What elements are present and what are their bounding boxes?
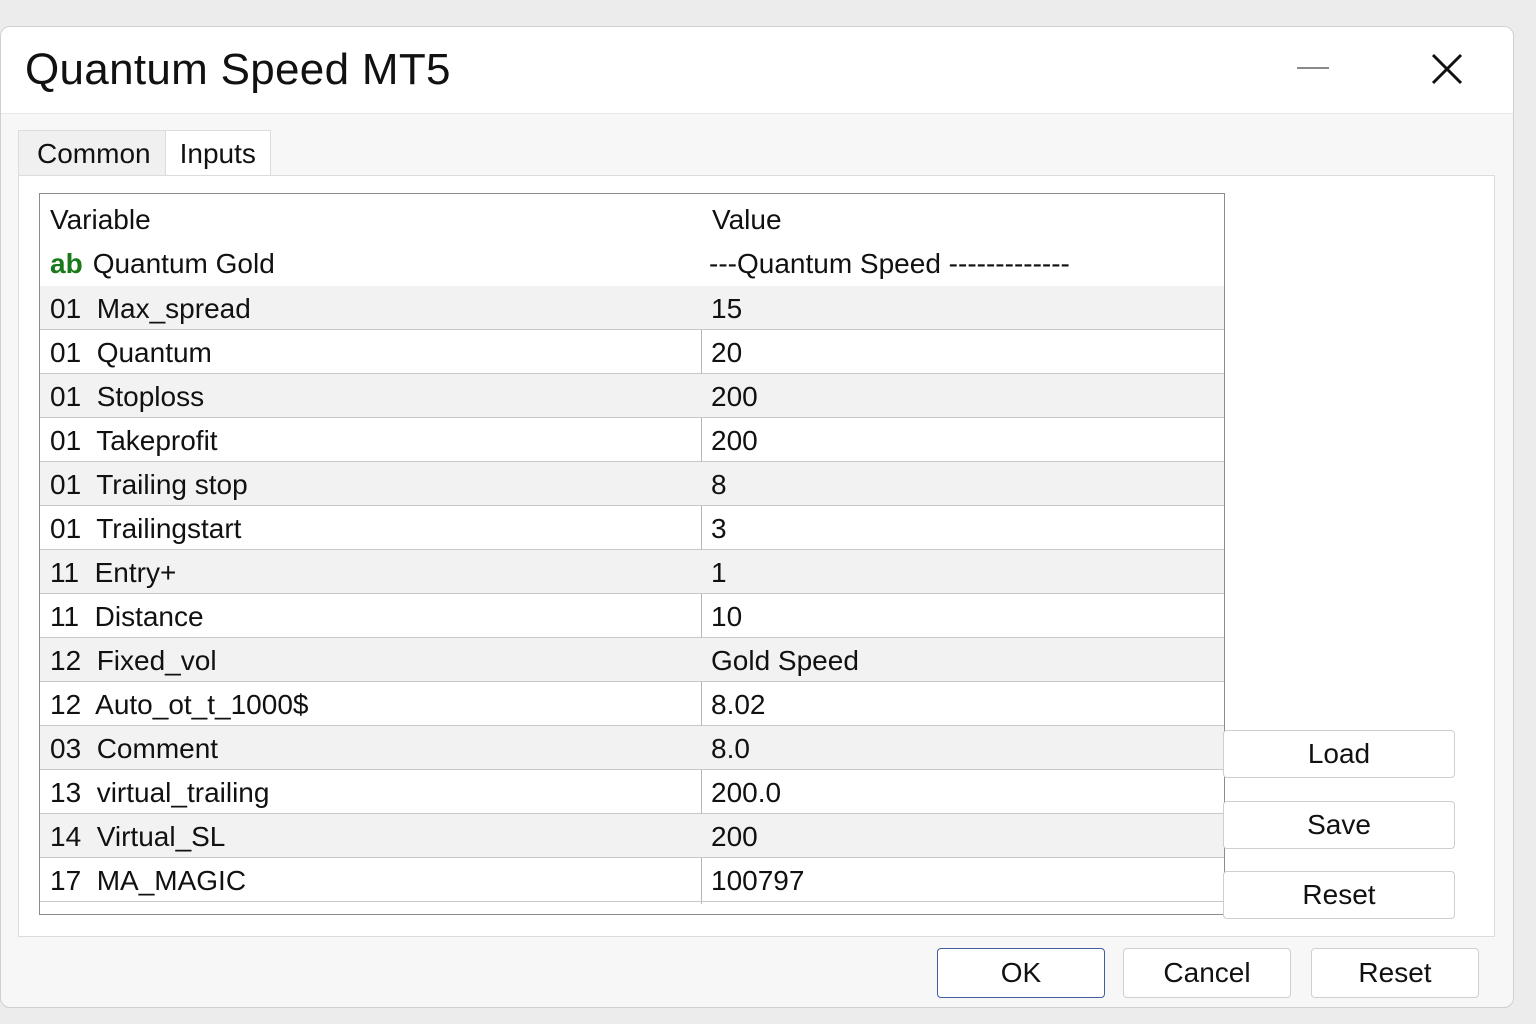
table-row[interactable]: 17 MA_MAGIC 100797 (40, 858, 1224, 902)
group-row-value[interactable]: ---Quantum Speed ------------- (709, 248, 1070, 280)
tab-inputs[interactable]: Inputs (165, 130, 271, 176)
title-bar: Quantum Speed MT5 (1, 27, 1513, 114)
variable-cell: 01 Trailing stop (50, 469, 248, 500)
table-row[interactable]: 12 Auto_ot_t_1000$ 8.02 (40, 682, 1224, 726)
tab-common[interactable]: Common (18, 130, 166, 176)
value-cell[interactable]: 200 (711, 425, 758, 457)
value-cell[interactable]: 1 (711, 557, 727, 589)
ok-button[interactable]: OK (937, 948, 1105, 998)
grid-header: Variable Value ab Quantum Gold ---Quantum… (40, 194, 1224, 287)
grid-rows: 01 Max_spread 15 01 Quantum 20 01 Stoploss… (40, 286, 1224, 902)
table-row[interactable]: 01 Stoploss 200 (40, 374, 1224, 418)
tab-strip: Common Inputs (18, 130, 271, 176)
close-icon[interactable] (1425, 47, 1469, 91)
variable-cell: 03 Comment (50, 733, 219, 764)
value-cell[interactable]: 8.0 (711, 733, 750, 765)
table-row[interactable]: 14 Virtual_SL 200 (40, 814, 1224, 858)
column-header-value[interactable]: Value (712, 204, 782, 236)
value-cell[interactable]: 20 (711, 337, 742, 369)
table-row[interactable]: 01 Takeprofit 200 (40, 418, 1224, 462)
table-row[interactable]: 12 Fixed_vol Gold Speed (40, 638, 1224, 682)
variable-cell: 12 Fixed_vol (50, 645, 217, 676)
variable-cell: 01 Takeprofit (50, 425, 218, 456)
dialog-window: Quantum Speed MT5 Common Inputs Variable… (0, 26, 1514, 1008)
table-row[interactable]: 13 virtual_trailing 200.0 (40, 770, 1224, 814)
variable-cell: 17 MA_MAGIC (50, 865, 247, 896)
variable-cell: 14 Virtual_SL (50, 821, 226, 852)
table-row[interactable]: 01 Trailingstart 3 (40, 506, 1224, 550)
variable-cell: 11 Entry+ (50, 557, 177, 588)
variable-cell: 11 Distance (50, 601, 204, 632)
table-row[interactable]: 11 Distance 10 (40, 594, 1224, 638)
window-title: Quantum Speed MT5 (25, 45, 451, 94)
value-cell[interactable]: 100797 (711, 865, 804, 897)
string-type-icon: ab (50, 248, 83, 279)
variable-cell: 13 virtual_trailing (50, 777, 270, 808)
value-cell[interactable]: 8.02 (711, 689, 766, 721)
variable-cell: 12 Auto_ot_t_1000$ (50, 689, 309, 720)
load-button[interactable]: Load (1223, 730, 1455, 778)
column-header-variable[interactable]: Variable (50, 204, 151, 236)
minimize-icon[interactable] (1297, 67, 1329, 69)
table-row[interactable]: 01 Trailing stop 8 (40, 462, 1224, 506)
variable-cell: 01 Max_spread (50, 293, 251, 324)
value-cell[interactable]: 10 (711, 601, 742, 633)
reset-inputs-button[interactable]: Reset (1223, 871, 1455, 919)
value-cell[interactable]: 200 (711, 821, 758, 853)
value-cell[interactable]: 15 (711, 293, 742, 325)
table-row[interactable]: 03 Comment 8.0 (40, 726, 1224, 770)
group-name-label: Quantum Gold (92, 248, 275, 279)
value-cell[interactable]: Gold Speed (711, 645, 859, 677)
value-cell[interactable]: 200.0 (711, 777, 781, 809)
group-row-name[interactable]: ab Quantum Gold (50, 248, 275, 280)
table-row[interactable]: 01 Quantum 20 (40, 330, 1224, 374)
variable-cell: 01 Trailingstart (50, 513, 242, 544)
parameters-grid: Variable Value ab Quantum Gold ---Quantum… (39, 193, 1225, 915)
value-cell[interactable]: 200 (711, 381, 758, 413)
variable-cell: 01 Quantum (50, 337, 212, 368)
value-cell[interactable]: 3 (711, 513, 727, 545)
table-row[interactable]: 01 Max_spread 15 (40, 286, 1224, 330)
variable-cell: 01 Stoploss (50, 381, 205, 412)
save-button[interactable]: Save (1223, 801, 1455, 849)
reset-button[interactable]: Reset (1311, 948, 1479, 998)
value-cell[interactable]: 8 (711, 469, 727, 501)
cancel-button[interactable]: Cancel (1123, 948, 1291, 998)
table-row[interactable]: 11 Entry+ 1 (40, 550, 1224, 594)
